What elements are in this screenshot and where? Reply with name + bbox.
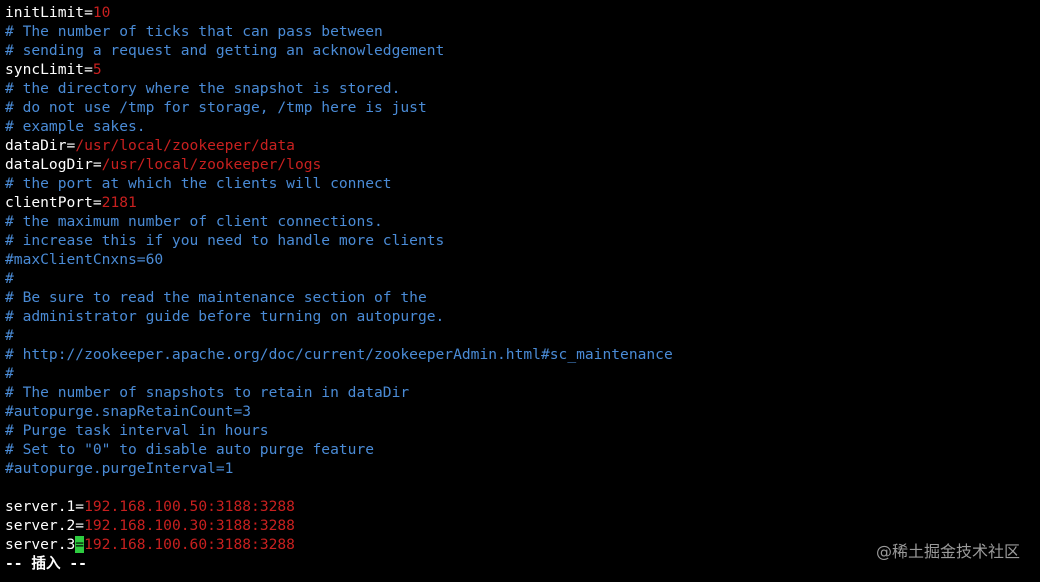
comment-text: # administrator guide before turning on … (5, 308, 445, 325)
setting-key: server.2 (5, 517, 76, 534)
setting-key: initLimit (5, 4, 85, 21)
editor-line: # Set to "0" to disable auto purge featu… (5, 440, 673, 459)
comment-text: # do not use /tmp for storage, /tmp here… (5, 99, 427, 116)
comment-text: # the directory where the snapshot is st… (5, 80, 401, 97)
editor-line: server.2=192.168.100.30:3188:3288 (5, 516, 673, 535)
editor-line: dataDir=/usr/local/zookeeper/data (5, 136, 673, 155)
setting-value: 192.168.100.60:3188:3288 (84, 536, 295, 553)
editor-line: # example sakes. (5, 117, 673, 136)
editor-line: # (5, 326, 673, 345)
editor-line: # the port at which the clients will con… (5, 174, 673, 193)
editor-line: # administrator guide before turning on … (5, 307, 673, 326)
setting-key: syncLimit (5, 61, 85, 78)
setting-value: 5 (92, 61, 102, 78)
setting-value: 192.168.100.50:3188:3288 (84, 498, 295, 515)
editor-line: # the maximum number of client connectio… (5, 212, 673, 231)
equals-sign: = (84, 61, 93, 78)
setting-key: clientPort (5, 194, 93, 211)
editor-line: # http://zookeeper.apache.org/doc/curren… (5, 345, 673, 364)
editor-line: # (5, 269, 673, 288)
comment-text: # the port at which the clients will con… (5, 175, 392, 192)
editor-line: # do not use /tmp for storage, /tmp here… (5, 98, 673, 117)
editor-line: # (5, 364, 673, 383)
equals-sign: = (75, 517, 85, 534)
equals-sign: = (92, 156, 102, 173)
comment-text: # the maximum number of client connectio… (5, 213, 383, 230)
comment-text: #autopurge.purgeInterval=1 (5, 460, 234, 477)
editor-line: clientPort=2181 (5, 193, 673, 212)
equals-sign: = (66, 137, 76, 154)
comment-text: # http://zookeeper.apache.org/doc/curren… (5, 346, 673, 363)
setting-value: /usr/local/zookeeper/data (75, 137, 295, 154)
setting-key: dataDir (5, 137, 67, 154)
editor-line: #autopurge.snapRetainCount=3 (5, 402, 673, 421)
comment-text: # sending a request and getting an ackno… (5, 42, 445, 59)
editor-line: # Be sure to read the maintenance sectio… (5, 288, 673, 307)
editor-line: # Purge task interval in hours (5, 421, 673, 440)
equals-sign: = (84, 4, 93, 21)
editor-line: # the directory where the snapshot is st… (5, 79, 673, 98)
setting-value: 10 (92, 4, 111, 21)
comment-text: # (5, 327, 14, 344)
editor-line: # increase this if you need to handle mo… (5, 231, 673, 250)
comment-text: # The number of ticks that can pass betw… (5, 23, 383, 40)
editor-line: server.3=192.168.100.60:3188:3288 (5, 535, 673, 554)
watermark: @稀土掘金技术社区 (875, 542, 1020, 561)
mode-status-line: -- 插入 -- (5, 555, 87, 572)
setting-value: /usr/local/zookeeper/logs (101, 156, 322, 173)
setting-value: 2181 (101, 194, 137, 211)
comment-text: # example sakes. (5, 118, 146, 135)
editor-line: #maxClientCnxns=60 (5, 250, 673, 269)
setting-key: dataLogDir (5, 156, 93, 173)
comment-text: # increase this if you need to handle mo… (5, 232, 445, 249)
comment-text: # Purge task interval in hours (5, 422, 269, 439)
equals-sign: = (92, 194, 102, 211)
editor-line: syncLimit=5 (5, 60, 673, 79)
comment-text: # (5, 270, 14, 287)
editor-buffer[interactable]: initLimit=10 # The number of ticks that c… (5, 3, 673, 573)
editor-line: # The number of ticks that can pass betw… (5, 22, 673, 41)
editor-line: dataLogDir=/usr/local/zookeeper/logs (5, 155, 673, 174)
setting-key: server.1 (5, 498, 76, 515)
comment-text: #maxClientCnxns=60 (5, 251, 164, 268)
comment-text: # Set to "0" to disable auto purge featu… (5, 441, 375, 458)
comment-text: # (5, 365, 14, 382)
editor-line: initLimit=10 (5, 3, 673, 22)
terminal-window[interactable]: initLimit=10 # The number of ticks that c… (0, 0, 1040, 582)
equals-sign: = (75, 498, 85, 515)
comment-text: # The number of snapshots to retain in d… (5, 384, 410, 401)
setting-value: 192.168.100.30:3188:3288 (84, 517, 295, 534)
comment-text: # Be sure to read the maintenance sectio… (5, 289, 427, 306)
editor-line: server.1=192.168.100.50:3188:3288 (5, 497, 673, 516)
text-cursor: = (75, 536, 85, 553)
setting-key: server.3 (5, 536, 76, 553)
editor-line: # The number of snapshots to retain in d… (5, 383, 673, 402)
editor-line: #autopurge.purgeInterval=1 (5, 459, 673, 478)
editor-line: # sending a request and getting an ackno… (5, 41, 673, 60)
comment-text: #autopurge.snapRetainCount=3 (5, 403, 252, 420)
